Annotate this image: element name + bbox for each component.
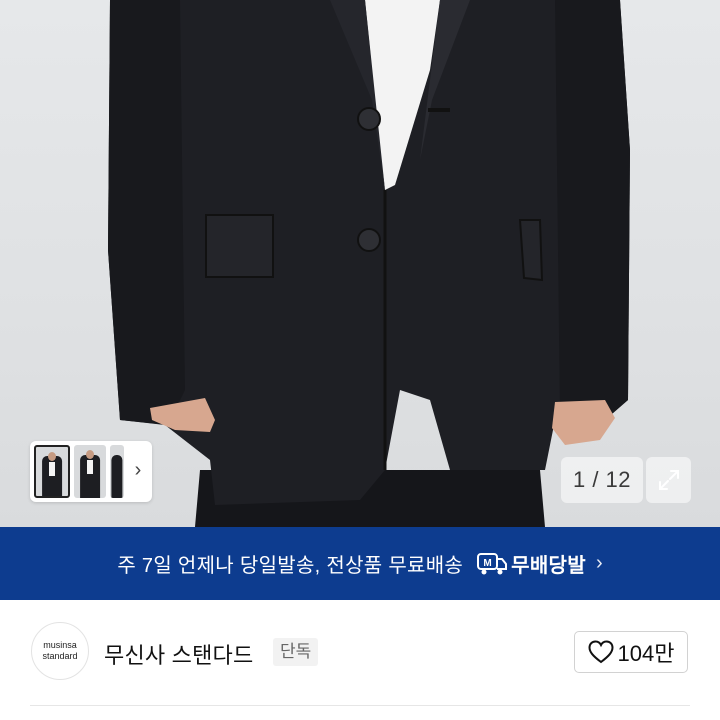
like-count: 104만 — [617, 641, 675, 666]
like-button[interactable]: 104만 — [574, 631, 688, 673]
thumbnail-strip: › — [30, 441, 152, 502]
brand-name[interactable]: 무신사 스탠다드 — [104, 638, 253, 670]
svg-text:M: M — [483, 558, 491, 569]
delivery-banner-text: 주 7일 언제나 당일발송, 전상품 무료배송 — [117, 555, 464, 577]
thumbnail-1[interactable] — [34, 445, 70, 498]
heart-outline-icon — [588, 640, 614, 664]
exclusive-badge: 단독 — [273, 638, 319, 666]
delivery-badge-label: 무배당발 — [511, 555, 586, 577]
brand-logo[interactable]: musinsa standard — [31, 622, 89, 680]
thumbnail-3[interactable] — [110, 445, 124, 498]
delivery-truck-icon: M — [477, 552, 508, 576]
divider — [30, 705, 690, 706]
expand-icon — [659, 470, 679, 490]
thumbnail-2[interactable] — [74, 445, 106, 498]
image-counter: 1 / 12 — [561, 457, 643, 503]
chevron-right-icon: › — [595, 552, 603, 574]
chevron-right-icon[interactable]: › — [132, 459, 144, 481]
delivery-banner[interactable]: 주 7일 언제나 당일발송, 전상품 무료배송 M 무배당발 › — [0, 527, 720, 600]
expand-button[interactable] — [646, 457, 691, 503]
brand-logo-line1: musinsa — [43, 640, 77, 650]
delivery-badge: M 무배당발 — [477, 549, 586, 578]
brand-row: musinsa standard 무신사 스탠다드 단독 104만 — [0, 600, 720, 720]
brand-logo-line2: standard — [42, 651, 78, 661]
